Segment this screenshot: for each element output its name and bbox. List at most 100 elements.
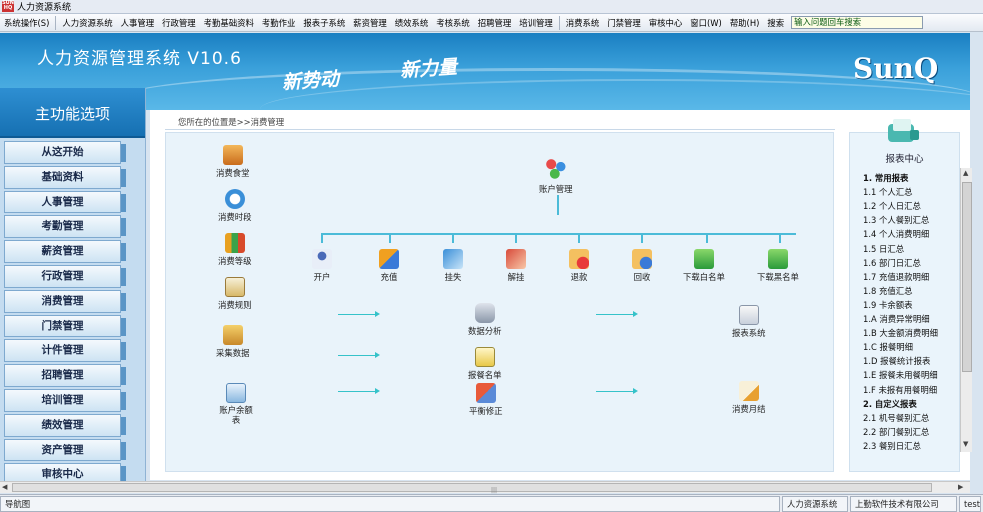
node-report-loss[interactable]: 挂失 (443, 249, 463, 283)
connector (641, 233, 643, 243)
scroll-thumb[interactable]: ||| (12, 483, 932, 494)
report-item[interactable]: 1.4 个人消费明细 (863, 228, 929, 240)
menu-consume[interactable]: 消费系统 (562, 14, 604, 31)
node-periods[interactable]: 消费时段 (218, 189, 252, 223)
menu-attendance-ops[interactable]: 考勤作业 (258, 14, 300, 31)
menu-audit[interactable]: 审核中心 (645, 14, 687, 31)
sidebar-item-personnel[interactable]: 人事管理 (4, 190, 126, 214)
card-icon (379, 249, 399, 269)
sidebar-item-basic[interactable]: 基础资料 (4, 165, 126, 189)
node-canteen[interactable]: 消费食堂 (216, 145, 250, 179)
sidebar-item-consume[interactable]: 消费管理 (4, 289, 126, 313)
node-recharge[interactable]: 充值 (379, 249, 399, 283)
scroll-thumb[interactable] (962, 182, 972, 372)
menu-access[interactable]: 门禁管理 (603, 14, 645, 31)
menu-system[interactable]: 系统操作(S) (0, 14, 53, 31)
node-unlock[interactable]: 解挂 (506, 249, 526, 283)
report-item[interactable]: 1.2 个人日汇总 (863, 200, 921, 212)
report-item[interactable]: 1.C 报餐明细 (863, 341, 913, 353)
node-label: 充值 (380, 272, 398, 282)
menu-bar: 系统操作(S) 人力资源系统 人事管理 行政管理 考勤基础资料 考勤作业 报表子… (0, 14, 983, 32)
report-item[interactable]: 1.D 报餐统计报表 (863, 355, 930, 367)
menu-window[interactable]: 窗口(W) (686, 14, 726, 31)
sidebar-item-attendance[interactable]: 考勤管理 (4, 215, 126, 239)
sidebar-item-training[interactable]: 培训管理 (4, 388, 126, 412)
node-download-blacklist[interactable]: 下载黑名单 (757, 249, 799, 283)
scroll-up-icon[interactable]: ▲ (963, 169, 968, 177)
node-recycle[interactable]: 回收 (632, 249, 652, 283)
connector (515, 233, 517, 243)
sidebar-item-assets[interactable]: 资产管理 (4, 438, 126, 462)
node-refund[interactable]: 退款 (569, 249, 589, 283)
report-item[interactable]: 2.1 机号餐别汇总 (863, 412, 929, 424)
status-bar: 导航图 人力资源系统 上勤软件技术有限公司 test (0, 494, 983, 512)
node-report-system[interactable]: 报表系统 (732, 305, 766, 339)
users-icon (543, 157, 568, 181)
banner-title: 人力资源管理系统 V10.6 (37, 49, 242, 69)
sidebar-item-recruit[interactable]: 招聘管理 (4, 364, 126, 387)
database-icon (474, 303, 495, 323)
menu-help[interactable]: 帮助(H) (726, 14, 764, 31)
horizontal-scrollbar[interactable]: ◀ ||| ▶ (0, 481, 970, 494)
sidebar-item-piecework[interactable]: 计件管理 (4, 339, 126, 363)
report-item[interactable]: 1.1 个人汇总 (863, 186, 912, 198)
report-item[interactable]: 1.7 充值退款明细 (863, 271, 929, 283)
clipboard-icon (474, 347, 495, 367)
node-download-whitelist[interactable]: 下载白名单 (683, 249, 725, 283)
menu-assessment[interactable]: 考核系统 (432, 14, 474, 31)
node-balance-fix[interactable]: 平衡修正 (469, 383, 503, 417)
node-rules[interactable]: 消费规则 (218, 277, 252, 311)
menu-recruit[interactable]: 招聘管理 (474, 14, 516, 31)
report-item[interactable]: 2.2 部门餐别汇总 (863, 426, 929, 438)
node-balance[interactable]: 账户余额表 (216, 383, 256, 425)
report-item[interactable]: 1.3 个人餐别汇总 (863, 214, 929, 226)
node-label: 消费时段 (218, 212, 252, 222)
node-label: 消费规则 (218, 300, 252, 310)
menu-performance[interactable]: 绩效系统 (391, 14, 433, 31)
workflow-diagram: 消费食堂 消费时段 消费等级 消费规则 采集数据 账户余额表 账户管理 开户 充… (165, 132, 834, 472)
report-item[interactable]: 2.3 餐别日汇总 (863, 440, 921, 452)
node-monthly-close[interactable]: 消费月结 (732, 381, 766, 415)
report-section-heading: 2. 自定义报表 (863, 398, 917, 409)
menu-attendance-base[interactable]: 考勤基础资料 (200, 14, 258, 31)
connector (321, 233, 323, 243)
report-item[interactable]: 1.8 充值汇总 (863, 285, 912, 297)
report-item[interactable]: 1.A 消费异常明细 (863, 313, 930, 325)
search-input[interactable]: 输入问题回车搜索 (791, 16, 924, 29)
sidebar-item-admin[interactable]: 行政管理 (4, 264, 126, 288)
node-open-account[interactable]: 开户 (312, 249, 332, 283)
menu-personnel[interactable]: 人事管理 (117, 14, 159, 31)
menu-payroll[interactable]: 薪资管理 (349, 14, 391, 31)
breadcrumb: 您所在的位置是>>消费管理 (178, 117, 285, 127)
node-collect[interactable]: 采集数据 (216, 325, 250, 359)
window-title: 人力资源系统 (17, 3, 72, 13)
refund-icon (569, 249, 589, 269)
menu-admin[interactable]: 行政管理 (158, 14, 200, 31)
node-account-mgmt[interactable]: 账户管理 (539, 157, 573, 195)
node-data-analysis[interactable]: 数据分析 (468, 303, 502, 337)
report-item[interactable]: 1.9 卡余额表 (863, 299, 912, 311)
node-label: 平衡修正 (469, 406, 503, 416)
menu-separator (558, 15, 560, 30)
scroll-left-icon[interactable]: ◀ (2, 483, 7, 491)
scroll-down-icon[interactable]: ▼ (963, 440, 968, 448)
node-levels[interactable]: 消费等级 (218, 233, 252, 267)
calendar-icon (738, 381, 759, 401)
sidebar-item-start[interactable]: 从这开始 (4, 141, 126, 164)
sidebar-item-payroll[interactable]: 薪资管理 (4, 240, 126, 263)
report-item[interactable]: 1.E 报餐未用餐明细 (863, 369, 938, 381)
sidebar-item-performance[interactable]: 绩效管理 (4, 413, 126, 437)
recycle-icon (632, 249, 652, 269)
menu-hr-system[interactable]: 人力资源系统 (58, 14, 116, 31)
report-item[interactable]: 1.F 未报有用餐明细 (863, 384, 937, 396)
node-meal-list[interactable]: 报餐名单 (468, 347, 502, 381)
report-item[interactable]: 1.B 大金额消费明细 (863, 327, 938, 339)
menu-training[interactable]: 培训管理 (515, 14, 557, 31)
menu-reports[interactable]: 报表子系统 (299, 14, 349, 31)
report-item[interactable]: 1.5 日汇总 (863, 243, 904, 255)
sidebar-list: 从这开始 基础资料 人事管理 考勤管理 薪资管理 行政管理 消费管理 门禁管理 … (0, 138, 145, 487)
sidebar-item-access[interactable]: 门禁管理 (4, 314, 126, 338)
scroll-right-icon[interactable]: ▶ (958, 483, 963, 491)
report-item[interactable]: 1.6 部门日汇总 (863, 257, 921, 269)
vertical-scrollbar[interactable]: ▲ ▼ (960, 168, 972, 452)
